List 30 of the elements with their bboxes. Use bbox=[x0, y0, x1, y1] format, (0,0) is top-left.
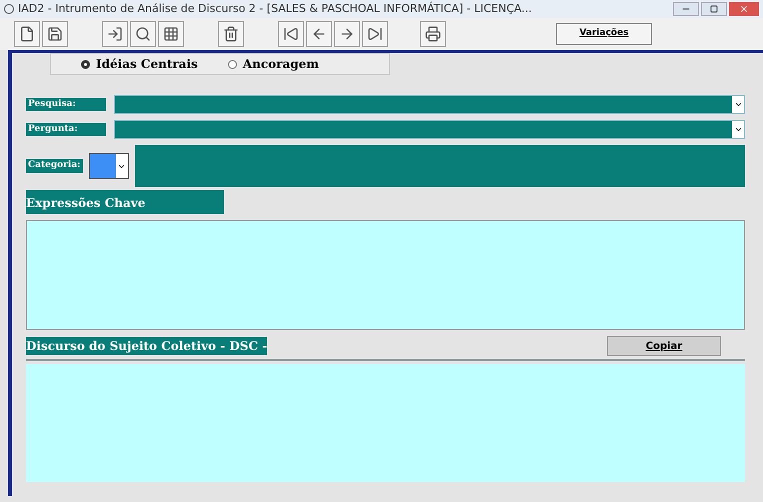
field-label: Pergunta: bbox=[26, 122, 106, 136]
dropdown-field[interactable] bbox=[114, 95, 745, 114]
section-heading: Discurso do Sujeito Coletivo - DSC - bbox=[26, 337, 268, 355]
copy-button[interactable]: Copiar bbox=[607, 336, 721, 356]
window-title: IAD2 - Intrumento de Análise de Discurso 2 - [SALES & PASCHOAL INFORMÁTICA] - LICENÇA... bbox=[18, 0, 532, 17]
maximize-icon bbox=[710, 5, 718, 13]
trash-icon[interactable] bbox=[218, 21, 244, 47]
printer-icon[interactable] bbox=[420, 21, 446, 47]
grid-icon[interactable] bbox=[158, 21, 184, 47]
radio-label[interactable]: Ancoragem bbox=[242, 55, 319, 73]
new-file-icon[interactable] bbox=[14, 21, 40, 47]
first-record-icon[interactable] bbox=[278, 21, 304, 47]
search-icon[interactable] bbox=[130, 21, 156, 47]
section-heading: Expressões Chave bbox=[26, 196, 146, 210]
close-icon bbox=[739, 4, 749, 14]
radio-button[interactable] bbox=[228, 60, 237, 68]
field-label: Pesquisa: bbox=[26, 98, 106, 112]
app-icon bbox=[4, 4, 14, 14]
field-label: Categoria: bbox=[26, 159, 82, 173]
next-icon[interactable] bbox=[334, 21, 360, 47]
color-picker[interactable] bbox=[88, 153, 128, 179]
radio-button[interactable] bbox=[81, 60, 90, 68]
dropdown-field[interactable] bbox=[114, 120, 745, 139]
key-expressions-textarea[interactable] bbox=[26, 220, 745, 330]
previous-icon[interactable] bbox=[306, 21, 332, 47]
variations-button[interactable]: Variações bbox=[556, 23, 652, 45]
save-icon[interactable] bbox=[42, 21, 68, 47]
last-record-icon[interactable] bbox=[362, 21, 388, 47]
radio-label[interactable]: Idéias Centrais bbox=[96, 55, 198, 73]
maximize-button[interactable] bbox=[701, 2, 727, 16]
